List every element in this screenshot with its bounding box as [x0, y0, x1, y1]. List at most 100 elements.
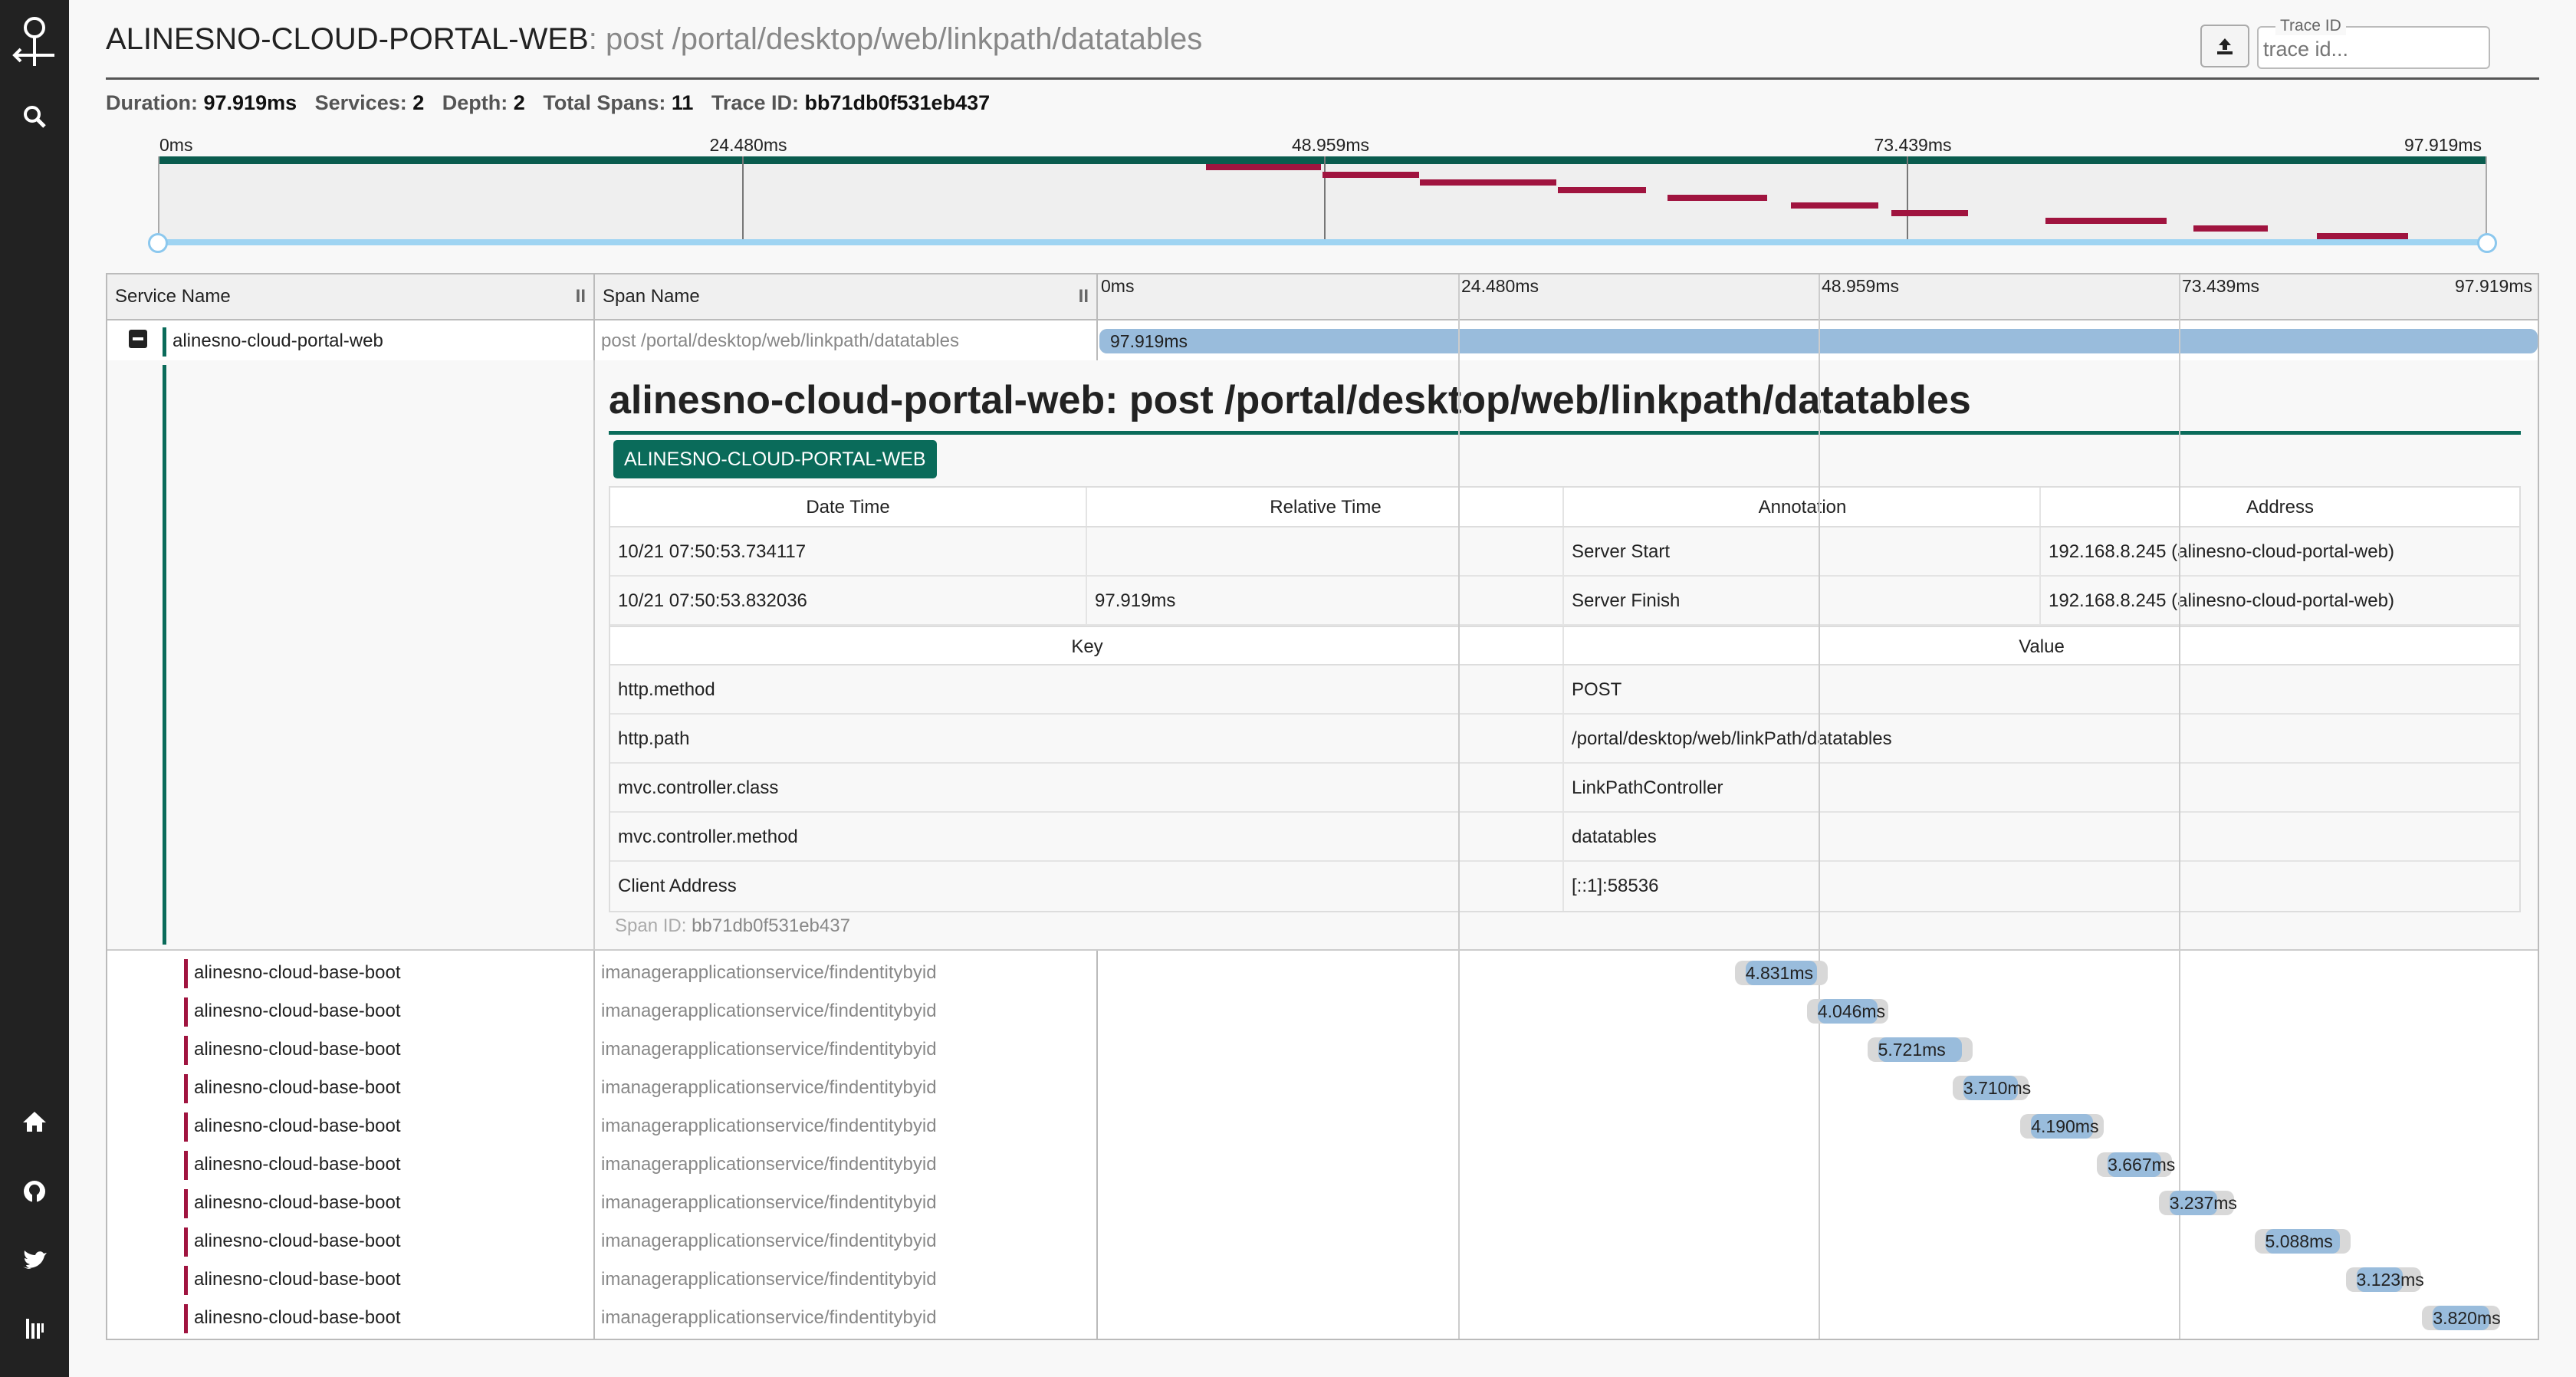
title-span-name: : post /portal/desktop/web/linkpath/data…: [588, 22, 1203, 56]
child-span-bar[interactable]: 3.667ms: [2097, 1152, 2175, 1177]
child-span-service-label: alinesno-cloud-base-boot: [194, 1269, 401, 1290]
service-color-mark: [184, 958, 188, 988]
minimap-gridline: [1324, 156, 1326, 241]
minimap-left-handle[interactable]: [148, 233, 168, 253]
col-date-time: Date Time: [806, 497, 890, 518]
tag-value: LinkPathController: [1572, 777, 1723, 798]
child-span-bar[interactable]: 5.088ms: [2254, 1229, 2351, 1254]
child-span-service: alinesno-cloud-base-boot: [184, 1184, 401, 1222]
minimap[interactable]: [158, 156, 2487, 241]
tag-value: datatables: [1572, 827, 1657, 847]
minimap-span-bar: [1558, 187, 1647, 193]
child-span-bar[interactable]: 3.820ms: [2422, 1306, 2501, 1330]
trace-id-label: Trace ID: [2275, 17, 2346, 35]
tag-key: Client Address: [618, 876, 737, 896]
github-icon[interactable]: [0, 1179, 69, 1204]
root-span-row[interactable]: alinesno-cloud-portal-web post /portal/d…: [107, 322, 2538, 360]
child-span-row[interactable]: alinesno-cloud-base-boot imanagerapplicat…: [107, 1260, 2538, 1299]
child-span-row[interactable]: alinesno-cloud-base-boot imanagerapplicat…: [107, 1299, 2538, 1337]
child-span-service-label: alinesno-cloud-base-boot: [194, 1154, 401, 1175]
child-span-row[interactable]: alinesno-cloud-base-boot imanagerapplicat…: [107, 1222, 2538, 1260]
child-span-row[interactable]: alinesno-cloud-base-boot imanagerapplicat…: [107, 954, 2538, 992]
service-color-mark: [184, 1303, 188, 1333]
minimap-gridline: [1906, 156, 1908, 241]
annotations-table: Date Time Relative Time Annotation Addre…: [609, 486, 2521, 912]
child-span-row[interactable]: alinesno-cloud-base-boot imanagerapplicat…: [107, 1107, 2538, 1145]
root-span-service: alinesno-cloud-portal-web: [163, 322, 383, 360]
page-header: ALINESNO-CLOUD-PORTAL-WEB: post /portal/…: [106, 17, 2539, 80]
service-color-mark: [184, 1150, 188, 1180]
annotation-date: 10/21 07:50:53.734117: [618, 541, 807, 562]
child-span-row[interactable]: alinesno-cloud-base-boot imanagerapplicat…: [107, 1184, 2538, 1222]
child-span-bar[interactable]: 4.831ms: [1734, 961, 1828, 985]
upload-button[interactable]: [2200, 25, 2249, 67]
minimap-span-bar: [1206, 164, 1321, 170]
minimap-range-slider[interactable]: [158, 239, 2487, 245]
trace-id-input[interactable]: [2263, 35, 2478, 63]
service-badge[interactable]: ALINESNO-CLOUD-PORTAL-WEB: [613, 440, 937, 478]
root-span-duration: 97.919ms: [1110, 331, 1188, 351]
zipkin-logo-icon[interactable]: [0, 14, 69, 67]
child-span-row[interactable]: alinesno-cloud-base-boot imanagerapplicat…: [107, 1069, 2538, 1107]
tag-value: POST: [1572, 679, 1622, 700]
annotation-row: 10/21 07:50:53.734117 Server Start 192.1…: [610, 527, 2519, 577]
annotation-date: 10/21 07:50:53.832036: [618, 590, 807, 611]
tag-row: Client Address [::1]:58536: [610, 862, 2519, 911]
child-span-bar[interactable]: 4.190ms: [2020, 1114, 2104, 1139]
annotations-header: Date Time Relative Time Annotation Addre…: [610, 488, 2519, 527]
child-span-bar[interactable]: 5.721ms: [1867, 1037, 1973, 1062]
tag-row: http.path /portal/desktop/web/linkPath/d…: [610, 715, 2519, 764]
timeline-tick-label: 48.959ms: [1822, 276, 1900, 296]
minimap-span-bar: [1891, 210, 1969, 216]
child-span-bar[interactable]: 3.710ms: [1952, 1076, 2031, 1100]
home-icon[interactable]: [0, 1110, 69, 1133]
child-span-bar[interactable]: 3.123ms: [2345, 1267, 2424, 1292]
trace-id-stat-value: bb71db0f531eb437: [804, 91, 991, 114]
duration-label: Duration:: [106, 91, 198, 114]
title-service: ALINESNO-CLOUD-PORTAL-WEB: [106, 22, 589, 56]
child-span-row[interactable]: alinesno-cloud-base-boot imanagerapplicat…: [107, 1030, 2538, 1069]
search-icon[interactable]: [0, 104, 69, 129]
minimap-span-bar: [1791, 202, 1879, 209]
service-color-mark: [184, 1073, 188, 1103]
tag-value: [::1]:58536: [1572, 876, 1659, 896]
annotation-relative: 97.919ms: [1095, 590, 1176, 611]
child-span-service: alinesno-cloud-base-boot: [184, 1299, 401, 1337]
child-span-row[interactable]: alinesno-cloud-base-boot imanagerapplicat…: [107, 992, 2538, 1030]
service-name-header[interactable]: Service Name II: [107, 274, 593, 319]
minimap-span-bar: [2193, 225, 2268, 232]
child-span-service: alinesno-cloud-base-boot: [184, 1222, 401, 1260]
gitter-icon[interactable]: [0, 1317, 69, 1340]
annotation-value: Server Finish: [1572, 590, 1681, 611]
child-span-service-label: alinesno-cloud-base-boot: [194, 1116, 401, 1136]
depth-value: 2: [513, 91, 525, 114]
collapse-icon[interactable]: [129, 330, 147, 348]
child-span-duration: 4.046ms: [1817, 1001, 1886, 1021]
child-span-row[interactable]: alinesno-cloud-base-boot imanagerapplicat…: [107, 1145, 2538, 1184]
twitter-icon[interactable]: [0, 1250, 69, 1271]
table-header: Service Name II Span Name II: [107, 274, 2538, 320]
child-span-name: imanagerapplicationservice/findentitybyi…: [601, 1231, 937, 1251]
timeline-tick-label: 0ms: [1101, 276, 1135, 296]
minimap-tick-label: 24.480ms: [709, 135, 787, 155]
child-span-duration: 4.190ms: [2031, 1116, 2099, 1136]
tag-row: mvc.controller.method datatables: [610, 813, 2519, 862]
page-title: ALINESNO-CLOUD-PORTAL-WEB: post /portal/…: [106, 20, 1202, 58]
total-spans-value: 11: [671, 91, 694, 114]
child-span-service-label: alinesno-cloud-base-boot: [194, 1307, 401, 1328]
child-span-bar[interactable]: 4.046ms: [1806, 999, 1888, 1024]
col-address: Address: [2246, 497, 2315, 518]
span-name-header[interactable]: Span Name II: [595, 274, 1096, 319]
resize-grip-icon[interactable]: II: [1079, 274, 1089, 319]
child-span-name: imanagerapplicationservice/findentitybyi…: [601, 962, 937, 983]
minimap-right-handle[interactable]: [2477, 233, 2497, 253]
detail-indent-rule: [163, 365, 166, 945]
minimap-tick-label: 97.919ms: [2404, 135, 2482, 155]
span-name-header-label: Span Name: [603, 286, 700, 307]
span-id-label: Span ID:: [615, 915, 687, 936]
resize-grip-icon[interactable]: II: [576, 274, 586, 319]
child-span-service-label: alinesno-cloud-base-boot: [194, 1039, 401, 1060]
minimap-tick-label: 73.439ms: [1874, 135, 1952, 155]
trace-id-field[interactable]: Trace ID: [2257, 17, 2490, 69]
child-span-bar[interactable]: 3.237ms: [2158, 1191, 2237, 1215]
